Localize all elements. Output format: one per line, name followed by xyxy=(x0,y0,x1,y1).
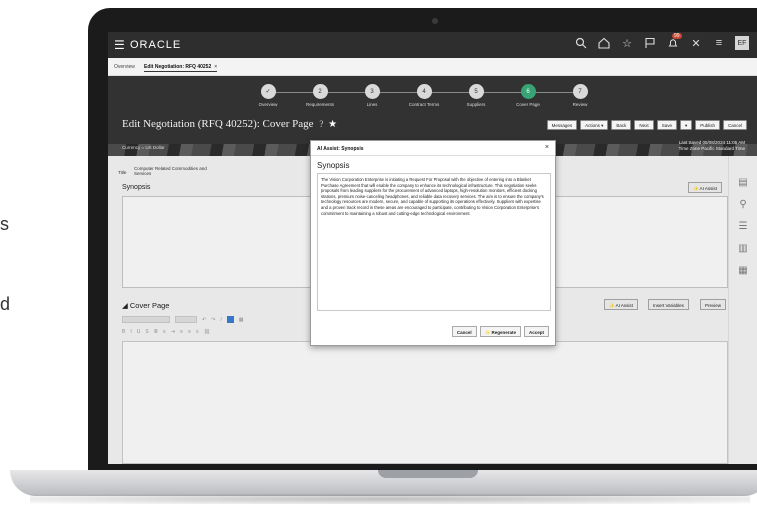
favorites-star-icon[interactable]: ☆ xyxy=(620,36,634,50)
step-review[interactable]: 7 Review xyxy=(550,84,610,107)
settings-icon[interactable]: ≡ xyxy=(712,36,726,50)
messages-button[interactable]: Messages xyxy=(546,120,578,130)
step-label: Review xyxy=(572,102,588,107)
menu-icon[interactable]: ☰ xyxy=(114,38,125,52)
tab-strip: Overview Edit Negotiation: RFQ 40252 × xyxy=(108,58,757,76)
actions-menu-label: Actions xyxy=(585,123,600,128)
back-button[interactable]: Back xyxy=(611,120,632,130)
slide-text-fragment: d xyxy=(0,294,11,314)
dialog-buttons: Cancel ✨ Regenerate Accept xyxy=(451,326,549,337)
next-button[interactable]: Next xyxy=(634,120,654,130)
time-zone: Time Zone Pacific Standard Time xyxy=(678,146,745,151)
step-number: 5 xyxy=(468,84,484,99)
laptop-screen: ☰ ORACLE ☆ 99 ✕ ≡ EF Overview Edit Negot… xyxy=(108,32,757,464)
check-icon: ✓ xyxy=(260,84,276,99)
slide-text-fragment: s xyxy=(0,214,9,234)
step-number: 2 xyxy=(312,84,328,99)
generated-synopsis-textarea[interactable]: The Vision Corporation Enterprise is ini… xyxy=(317,173,551,311)
cancel-button[interactable]: Cancel xyxy=(722,120,747,130)
tab-edit-negotiation[interactable]: Edit Negotiation: RFQ 40252 × xyxy=(144,64,218,72)
step-overview[interactable]: ✓ Overview xyxy=(238,84,298,107)
calendar-icon[interactable]: ▦ xyxy=(737,264,749,276)
document-icon[interactable]: ▤ xyxy=(737,176,749,188)
flag-icon[interactable] xyxy=(643,36,657,50)
right-rail: ▤ ⚲ ☰ ▥ ▦ xyxy=(728,156,757,464)
accept-button[interactable]: Accept xyxy=(523,326,549,337)
save-status: Last Saved 05/08/2024 11:05 AM Time Zone… xyxy=(679,140,745,152)
step-requirements[interactable]: 2 Requirements xyxy=(290,84,350,107)
dialog-title: AI Assist: Synopsis xyxy=(317,146,364,152)
dialog-cancel-button[interactable]: Cancel xyxy=(451,326,477,337)
step-label: Requirements xyxy=(305,102,334,107)
dialog-heading: Synopsis xyxy=(317,161,350,170)
close-tab-icon[interactable]: × xyxy=(214,64,217,70)
dialog-divider xyxy=(311,155,555,156)
step-label: Contract Terms xyxy=(408,102,440,107)
stage: s d ☰ ORACLE ☆ 99 ✕ ≡ EF Overview Edit N… xyxy=(0,0,757,510)
train-stepper: ✓ Overview 2 Requirements 3 Lines 4 Cont… xyxy=(258,84,608,114)
close-icon[interactable]: × xyxy=(545,144,549,151)
step-number: 4 xyxy=(416,84,432,99)
tab-overview[interactable]: Overview xyxy=(114,64,135,70)
notifications-bell-icon[interactable]: 99 xyxy=(666,33,682,50)
step-lines[interactable]: 3 Lines xyxy=(342,84,402,107)
user-avatar[interactable]: EF xyxy=(735,36,749,50)
search-icon[interactable]: ⚲ xyxy=(737,198,749,210)
page-title: Edit Negotiation (RFQ 40252): Cover Page xyxy=(122,118,314,130)
list-icon[interactable]: ☰ xyxy=(737,220,749,232)
step-label: Suppliers xyxy=(466,102,486,107)
page-title-row: Edit Negotiation (RFQ 40252): Cover Page… xyxy=(122,118,337,130)
regenerate-button[interactable]: ✨ Regenerate xyxy=(479,326,521,337)
oracle-logo[interactable]: ORACLE xyxy=(130,39,181,51)
tab-edit-negotiation-label: Edit Negotiation: RFQ 40252 xyxy=(144,64,212,70)
save-button[interactable]: Save xyxy=(656,120,677,130)
step-cover-page[interactable]: 6 Cover Page xyxy=(498,84,558,107)
step-number: 7 xyxy=(572,84,588,99)
step-suppliers[interactable]: 5 Suppliers xyxy=(446,84,506,107)
favorite-star-icon[interactable]: ★ xyxy=(328,119,337,130)
camera-dot xyxy=(432,18,438,24)
laptop-shadow xyxy=(30,494,750,504)
step-label: Overview xyxy=(258,102,278,107)
step-number: 6 xyxy=(520,84,536,99)
step-number: 3 xyxy=(364,84,380,99)
home-icon[interactable] xyxy=(597,36,611,50)
global-header: ☰ ORACLE ☆ 99 ✕ ≡ EF xyxy=(108,32,757,58)
laptop-notch xyxy=(378,470,478,478)
currency-info: Currency = US Dollar xyxy=(122,145,165,150)
step-label: Cover Page xyxy=(516,102,540,107)
ai-sparkle-icon: ✨ xyxy=(484,330,491,335)
action-buttons: Messages Actions ▾ Back Next Save ▾ Publ… xyxy=(546,120,747,130)
search-icon[interactable] xyxy=(574,36,588,50)
ai-assist-dialog: AI Assist: Synopsis × Synopsis The Visio… xyxy=(310,140,556,346)
regenerate-label: Regenerate xyxy=(491,330,516,335)
header-icons: ☆ 99 ✕ ≡ EF xyxy=(574,33,749,50)
step-contract-terms[interactable]: 4 Contract Terms xyxy=(394,84,454,107)
notifications-badge: 99 xyxy=(672,33,682,39)
actions-menu-button[interactable]: Actions ▾ xyxy=(580,120,609,130)
help-icon[interactable]: ? xyxy=(319,119,323,129)
publish-button[interactable]: Publish xyxy=(695,120,720,130)
save-menu-chevron-icon[interactable]: ▾ xyxy=(679,120,693,130)
accessibility-icon[interactable]: ✕ xyxy=(689,36,703,50)
step-label: Lines xyxy=(366,102,378,107)
chart-icon[interactable]: ▥ xyxy=(737,242,749,254)
